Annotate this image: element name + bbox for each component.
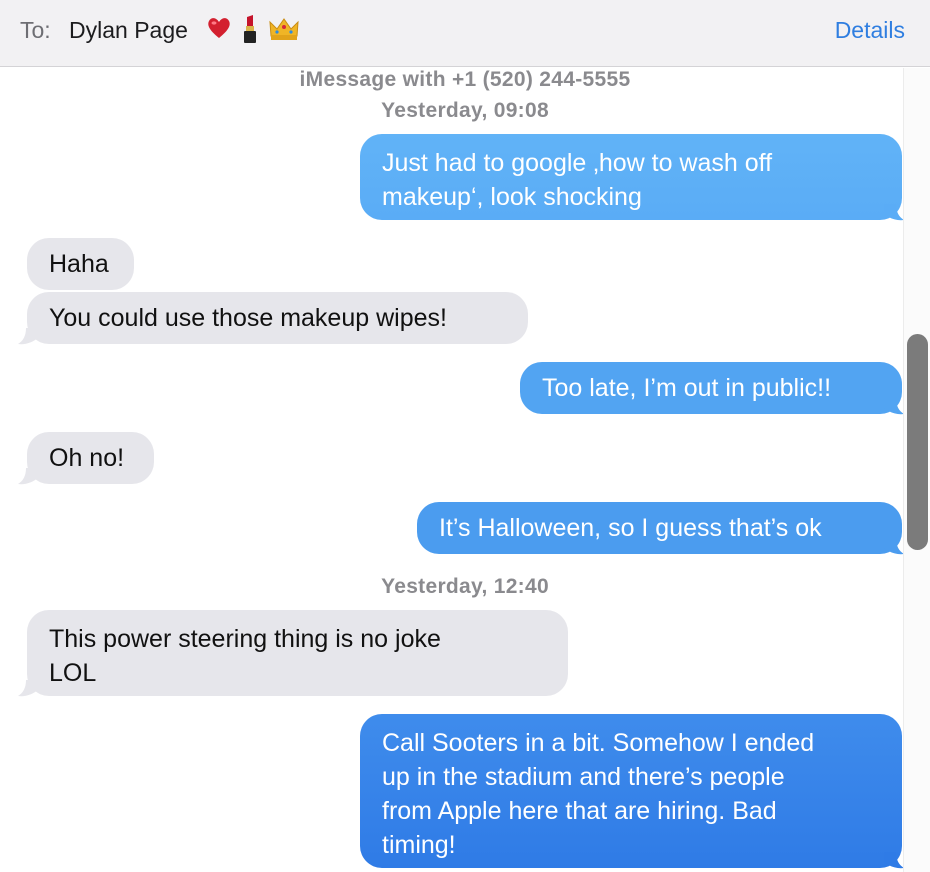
- service-line: iMessage with +1 (520) 244-5555: [299, 68, 631, 91]
- bubble-tail-icon: [18, 328, 38, 345]
- timestamp: Yesterday, 12:40: [381, 575, 549, 598]
- message-bubble-incoming[interactable]: Oh no!: [27, 432, 154, 484]
- message-bubble-incoming[interactable]: This power steering thing is no joke LOL: [27, 610, 568, 696]
- message-bubble-outgoing[interactable]: Too late, I’m out in public!!: [520, 362, 902, 414]
- bubble-tail-icon: [18, 468, 38, 485]
- message-line: Call Sooters in a bit. Somehow I ended: [382, 729, 815, 757]
- conversation-header: To: Dylan Page Details: [0, 0, 930, 67]
- bubble-tail-icon: [18, 680, 38, 697]
- message-line: makeup‘, look shocking: [382, 183, 642, 211]
- message-line: Oh no!: [49, 444, 125, 472]
- bubble-tail-icon: [884, 398, 904, 415]
- message-line: timing!: [382, 831, 456, 859]
- message-line: Haha: [49, 250, 109, 278]
- message-bubble-outgoing[interactable]: Call Sooters in a bit. Somehow I ended u…: [360, 714, 902, 868]
- message-line: This power steering thing is no joke: [49, 625, 441, 653]
- heart-emoji-icon: [208, 18, 230, 38]
- message-line: Just had to google ‚how to wash off: [382, 149, 773, 177]
- crown-emoji-icon: [269, 18, 299, 40]
- to-label: To:: [20, 17, 51, 43]
- message-line: Too late, I’m out in public!!: [542, 374, 832, 402]
- lipstick-emoji-icon: [244, 15, 256, 43]
- message-bubble-incoming[interactable]: Haha: [27, 238, 134, 290]
- bubble-tail-icon: [884, 852, 904, 869]
- details-button[interactable]: Details: [835, 17, 905, 44]
- timestamp: Yesterday, 09:08: [381, 99, 549, 122]
- message-bubble-incoming[interactable]: You could use those makeup wipes!: [27, 292, 528, 344]
- message-line: It’s Halloween, so I guess that’s ok: [439, 514, 822, 542]
- bubble-tail-icon: [884, 538, 904, 555]
- contact-name[interactable]: Dylan Page: [69, 17, 188, 44]
- message-bubble-outgoing[interactable]: It’s Halloween, so I guess that’s ok: [417, 502, 902, 554]
- message-line: LOL: [49, 659, 97, 687]
- message-line: You could use those makeup wipes!: [49, 304, 447, 332]
- message-line: up in the stadium and there’s people: [382, 763, 785, 791]
- message-thread[interactable]: iMessage with +1 (520) 244-5555 Yesterda…: [0, 68, 930, 872]
- scrollbar-thumb[interactable]: [907, 334, 928, 550]
- message-bubble-outgoing[interactable]: Just had to google ‚how to wash off make…: [360, 134, 902, 220]
- message-line: from Apple here that are hiring. Bad: [382, 797, 777, 825]
- bubble-tail-icon: [884, 204, 904, 221]
